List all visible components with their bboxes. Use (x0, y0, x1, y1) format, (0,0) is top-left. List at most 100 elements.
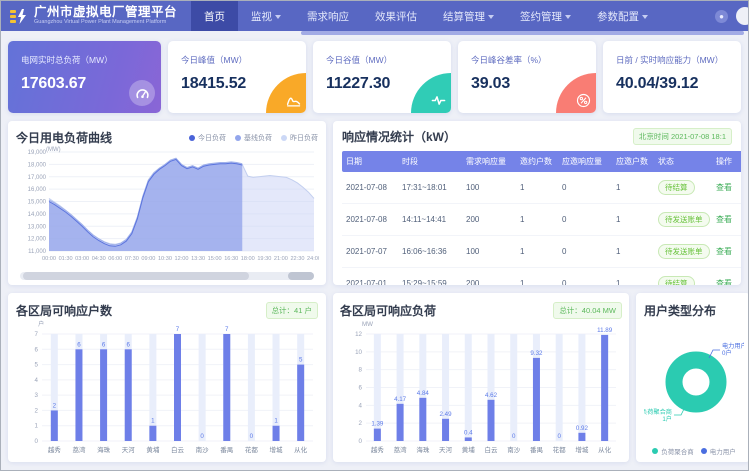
legend-dot-icon (701, 448, 707, 454)
table-cell: 17:31~18:01 (398, 172, 462, 204)
avatar[interactable] (736, 7, 749, 25)
legend-label: 负荷聚合商 (661, 446, 694, 456)
app-window: 广州市虚拟电厂管理平台 Guangzhou Virtual Power Plan… (0, 0, 749, 471)
svg-text:花都: 花都 (245, 445, 259, 454)
top-nav: 广州市虚拟电厂管理平台 Guangzhou Virtual Power Plan… (1, 1, 748, 31)
svg-text:6: 6 (102, 341, 106, 348)
nav-item-0[interactable]: 首页 (191, 1, 238, 31)
svg-text:电力用户: 电力用户 (722, 342, 744, 350)
district-users-title: 各区局可响应户数 (16, 302, 112, 319)
load-curve-chart: 11,00012,00013,00014,00015,00016,00017,0… (16, 146, 319, 264)
svg-text:海珠: 海珠 (416, 445, 430, 454)
app-title: 广州市虚拟电厂管理平台 (34, 6, 177, 19)
app-subtitle: Guangzhou Virtual Power Plant Management… (34, 19, 177, 26)
table-cell: 14:11~14:41 (398, 204, 462, 236)
chart-zoom-slider[interactable] (23, 272, 249, 280)
svg-text:花都: 花都 (553, 445, 567, 454)
nav-item-4[interactable]: 结算管理 (430, 1, 507, 31)
svg-text:番禺: 番禺 (530, 446, 543, 454)
svg-text:12:00: 12:00 (175, 256, 189, 262)
svg-text:南沙: 南沙 (196, 445, 210, 454)
kpi-label: 电网实时总负荷（MW） (21, 54, 161, 66)
legend-item-1[interactable]: 基线负荷 (235, 133, 272, 143)
status-badge: 待发送账单 (658, 244, 710, 259)
svg-text:0: 0 (250, 433, 254, 440)
table-cell: 1 (516, 268, 558, 286)
view-link[interactable]: 查看 (716, 183, 732, 192)
svg-text:16,000: 16,000 (28, 187, 47, 193)
svg-text:10:30: 10:30 (158, 256, 172, 262)
table-row[interactable]: 2021-07-0817:31~18:01100101待结算查看 (342, 172, 741, 204)
svg-text:21:00: 21:00 (274, 256, 288, 262)
svg-text:10: 10 (355, 349, 362, 356)
status-cell: 待发送账单 (654, 236, 712, 268)
kpi-card-3: 今日峰谷差率（%）39.03 (458, 41, 596, 113)
district-load-total-badge: 总计：40.04 MW (553, 302, 622, 319)
kpi-card-0: 电网实时总负荷（MW）17603.67 (8, 41, 161, 113)
column-header: 操作 (712, 151, 741, 172)
svg-text:18:00: 18:00 (241, 256, 255, 262)
svg-text:11,000: 11,000 (28, 249, 47, 255)
user-type-title: 用户类型分布 (644, 302, 744, 319)
table-cell: 15:29~15:59 (398, 268, 462, 286)
svg-text:1: 1 (151, 418, 155, 425)
load-curve-legend: 今日负荷基线负荷 昨日负荷 (189, 133, 318, 143)
nav-item-1[interactable]: 监视 (238, 1, 294, 31)
user-type-legend-item-0[interactable]: 负荷聚合商 (652, 446, 694, 456)
user-icon[interactable]: ● (715, 10, 728, 23)
svg-text:1: 1 (274, 418, 278, 425)
table-cell: 1 (612, 204, 654, 236)
svg-text:0: 0 (557, 433, 561, 440)
legend-item-2[interactable]: 昨日负荷 (281, 133, 318, 143)
user-type-legend-item-1[interactable]: 电力用户 (701, 446, 736, 456)
view-link[interactable]: 查看 (716, 247, 732, 256)
nav-item-2[interactable]: 需求响应 (294, 1, 362, 31)
svg-text:黄埔: 黄埔 (146, 445, 160, 454)
svg-text:7: 7 (176, 326, 180, 333)
action-cell: 查看 (712, 268, 741, 286)
nav-item-label: 签约管理 (520, 9, 562, 24)
nav-item-3[interactable]: 效果评估 (362, 1, 430, 31)
svg-text:15,000: 15,000 (28, 200, 47, 206)
table-row[interactable]: 2021-07-0716:06~16:36100101待发送账单查看 (342, 236, 741, 268)
district-users-panel: 各区局可响应户数 总计：41 户 01234567户2越秀6荔湾6海珠6天河1黄… (8, 293, 326, 462)
action-cell: 查看 (712, 204, 741, 236)
legend-label: 电力用户 (710, 446, 736, 456)
svg-text:15:00: 15:00 (208, 256, 222, 262)
district-load-panel: 各区局可响应负荷 总计：40.04 MW 024681012MW1.39越秀4.… (333, 293, 629, 462)
kpi-card-4: 日前 / 实时响应能力（MW）40.04/39.12 (603, 41, 741, 113)
table-row[interactable]: 2021-07-0115:29~15:59200101待结算查看 (342, 268, 741, 286)
table-row[interactable]: 2021-07-0814:11~14:41200101待发送账单查看 (342, 204, 741, 236)
svg-text:6: 6 (127, 341, 131, 348)
table-cell: 1 (612, 236, 654, 268)
view-link[interactable]: 查看 (716, 279, 732, 285)
user-type-chart: 电力用户0户负荷聚合商1户 (644, 319, 744, 440)
legend-item-0[interactable]: 今日负荷 (189, 133, 226, 143)
table-cell: 16:06~16:36 (398, 236, 462, 268)
nav-item-5[interactable]: 签约管理 (507, 1, 584, 31)
svg-text:4.84: 4.84 (417, 390, 430, 397)
action-cell: 查看 (712, 236, 741, 268)
legend-dot-icon (189, 135, 195, 141)
district-users-total-badge: 总计：41 户 (266, 302, 318, 319)
nav-scrollbar[interactable] (301, 31, 744, 35)
view-link[interactable]: 查看 (716, 215, 732, 224)
chart-zoom-track[interactable] (20, 272, 314, 280)
nav-item-6[interactable]: 参数配置 (584, 1, 661, 31)
legend-label: 昨日负荷 (290, 133, 318, 143)
chart-zoom-cap[interactable] (288, 272, 314, 280)
svg-text:天河: 天河 (122, 446, 135, 454)
status-cell: 待结算 (654, 268, 712, 286)
svg-text:4.62: 4.62 (485, 392, 498, 399)
svg-text:0: 0 (35, 438, 39, 445)
load-curve-panel: 今日用电负荷曲线 今日负荷基线负荷昨日负荷 11,00012,00013,000… (8, 121, 326, 285)
column-header: 时段 (398, 151, 462, 172)
svg-text:03:00: 03:00 (75, 256, 89, 262)
svg-text:荔湾: 荔湾 (394, 445, 408, 454)
svg-text:3: 3 (35, 392, 39, 399)
table-cell: 1 (612, 268, 654, 286)
table-cell: 1 (516, 172, 558, 204)
svg-text:13,000: 13,000 (28, 224, 47, 230)
response-table: 日期时段需求响应量邀约户数应邀响应量应邀户数状态操作 2021-07-0817:… (342, 151, 741, 285)
nav-item-label: 参数配置 (597, 9, 639, 24)
